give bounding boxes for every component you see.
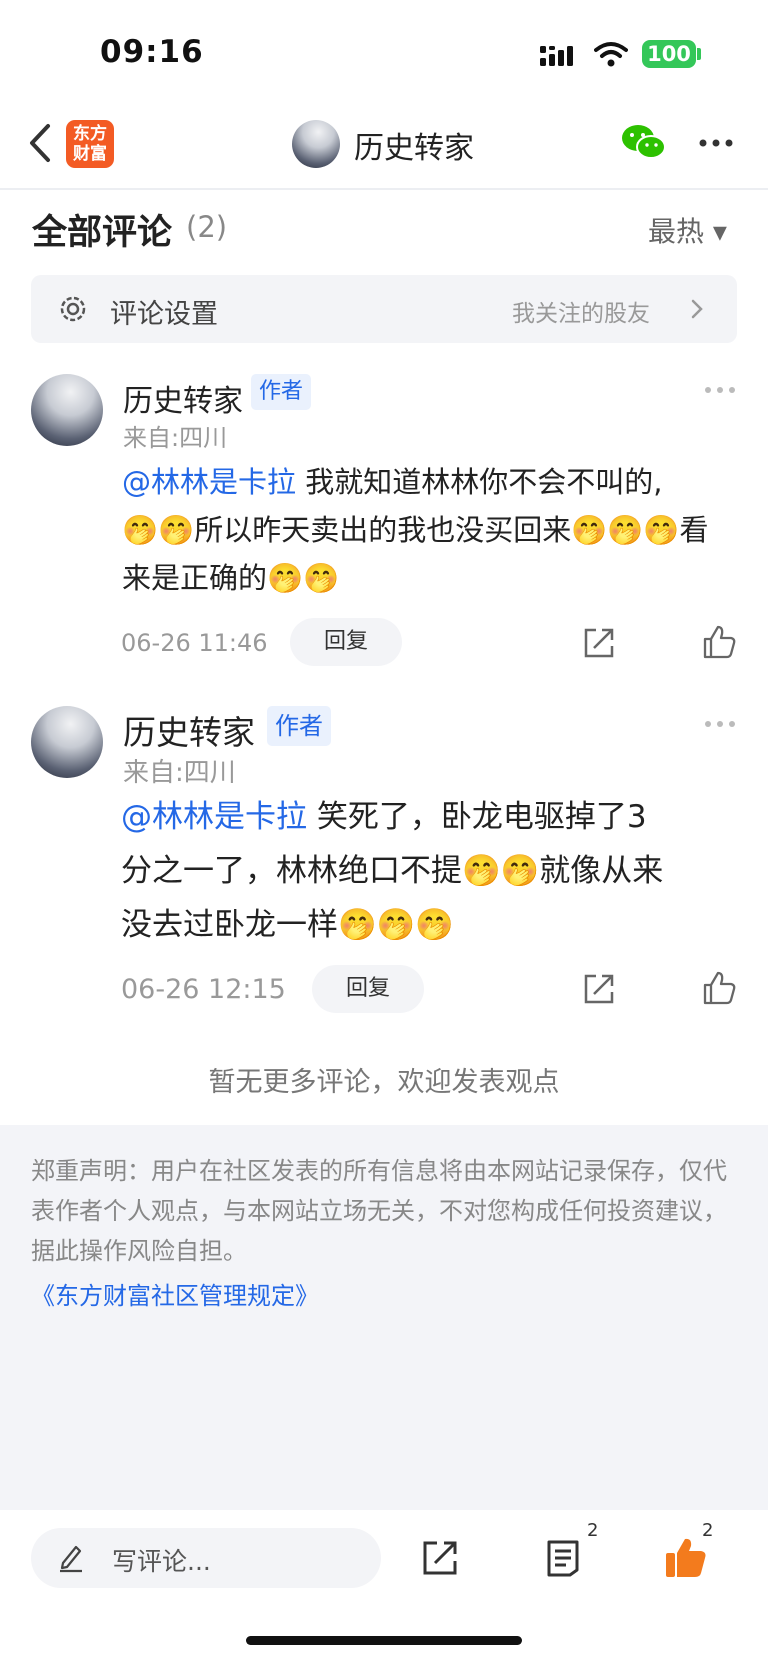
nav-divider: [0, 188, 768, 190]
comment-count-badge: 2: [587, 1520, 599, 1541]
reply-button[interactable]: 回复: [312, 965, 424, 1013]
comments-title: 全部评论: [32, 213, 173, 253]
comment-avatar[interactable]: [31, 706, 103, 778]
like-icon[interactable]: [664, 1536, 708, 1580]
comment-list-icon[interactable]: [544, 1537, 582, 1579]
wifi-icon: [594, 42, 628, 67]
comment-location: 来自:四川: [123, 758, 236, 788]
more-icon[interactable]: [698, 138, 734, 148]
nav-title[interactable]: 历史转家: [354, 123, 474, 167]
reply-button[interactable]: 回复: [290, 618, 402, 666]
share-icon[interactable]: [582, 626, 616, 660]
back-icon[interactable]: [26, 122, 54, 164]
battery-tip: [697, 48, 701, 60]
followed-friends-link[interactable]: 我关注的股友: [512, 294, 650, 328]
app-logo[interactable]: 东方 财富: [66, 120, 114, 168]
pencil-icon: [60, 1545, 82, 1573]
comment-line-3: 没去过卧龙一样🤭🤭🤭: [121, 907, 454, 943]
comment-body: @林林是卡拉 我就知道林林你不会不叫的, 🤭🤭所以昨天卖出的我也没买回来🤭🤭🤭看…: [122, 458, 722, 602]
comments-count: (2): [186, 210, 228, 244]
comment-date: 06-26 12:15: [121, 974, 286, 1005]
brand-line1: 东方: [73, 124, 107, 144]
mention-link[interactable]: @林林是卡拉: [122, 465, 296, 499]
share-icon[interactable]: [420, 1538, 460, 1578]
comment-author-name[interactable]: 历史转家: [123, 706, 255, 754]
gear-icon: [60, 296, 86, 322]
comment-line-1: @林林是卡拉 笑死了，卧龙电驱掉了3: [121, 790, 731, 844]
wechat-icon[interactable]: [620, 122, 668, 162]
comment-line-2: 分之一了，林林绝口不提🤭🤭就像从来: [121, 853, 664, 889]
sort-dropdown[interactable]: 最热 ▾: [648, 210, 727, 250]
comment-body: @林林是卡拉 笑死了，卧龙电驱掉了3 分之一了，林林绝口不提🤭🤭就像从来 没去过…: [121, 790, 731, 952]
mention-link[interactable]: @林林是卡拉: [121, 799, 307, 835]
community-rules-link[interactable]: 《东方财富社区管理规定》: [31, 1276, 319, 1311]
comment-more-icon[interactable]: [704, 720, 736, 728]
status-time: 09:16: [100, 34, 204, 70]
author-avatar-small[interactable]: [292, 120, 340, 168]
share-icon[interactable]: [582, 972, 616, 1006]
comment-date: 06-26 11:46: [121, 629, 268, 657]
comment-location: 来自:四川: [123, 424, 228, 452]
disclaimer-text: 郑重声明：用户在社区发表的所有信息将由本网站记录保存，仅代表作者个人观点，与本网…: [31, 1157, 727, 1265]
brand-line2: 财富: [73, 144, 107, 164]
author-badge: 作者: [267, 706, 331, 746]
comment-more-icon[interactable]: [704, 386, 736, 394]
author-badge: 作者: [251, 374, 312, 410]
comment-text: 我就知道林林你不会不叫的,: [296, 465, 663, 499]
comment-line-2: 🤭🤭所以昨天卖出的我也没买回来🤭🤭🤭看: [122, 513, 709, 547]
signal-icon: [540, 46, 573, 66]
write-comment-placeholder: 写评论...: [112, 1547, 211, 1576]
thumbs-up-icon[interactable]: [702, 624, 736, 660]
home-indicator: [246, 1636, 522, 1645]
thumbs-up-icon[interactable]: [702, 970, 736, 1006]
like-count-badge: 2: [702, 1520, 714, 1541]
chevron-right-icon: [691, 299, 703, 319]
comment-author-name[interactable]: 历史转家: [123, 376, 243, 420]
comment-avatar[interactable]: [31, 374, 103, 446]
no-more-comments: 暂无更多评论，欢迎发表观点: [208, 1067, 560, 1098]
battery-indicator: 100: [642, 40, 696, 68]
comment-line-1: @林林是卡拉 我就知道林林你不会不叫的,: [122, 458, 722, 506]
comment-text: 笑死了，卧龙电驱掉了3: [307, 799, 647, 835]
comment-line-3: 来是正确的🤭🤭: [122, 561, 340, 595]
comment-settings-label: 评论设置: [110, 299, 218, 330]
